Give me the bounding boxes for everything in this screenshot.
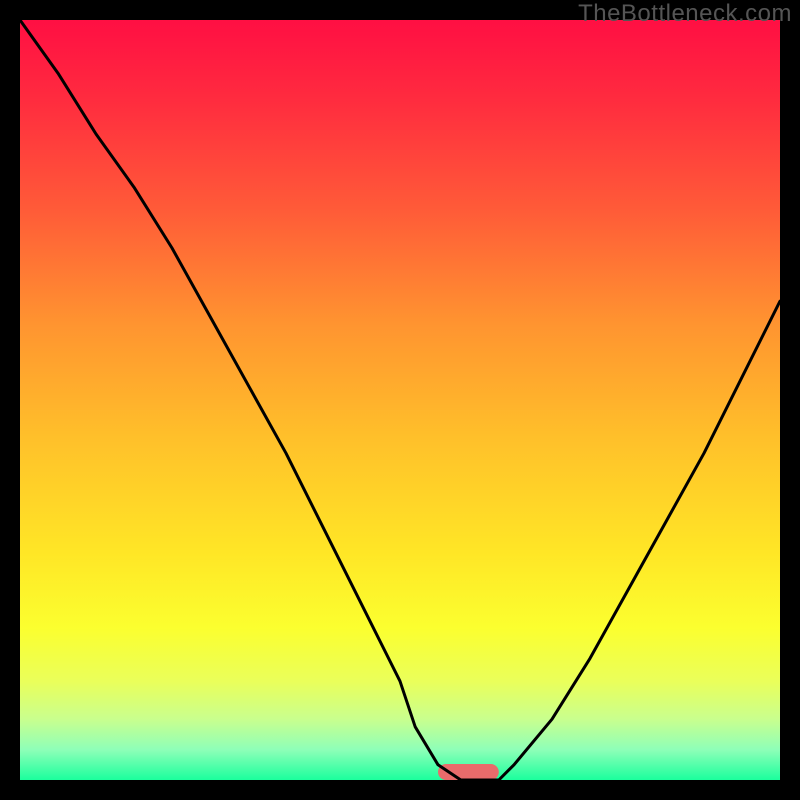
chart-svg bbox=[20, 20, 780, 780]
watermark-text: TheBottleneck.com bbox=[578, 0, 792, 28]
plot-area bbox=[20, 20, 780, 780]
gradient-background bbox=[20, 20, 780, 780]
chart-frame: TheBottleneck.com bbox=[0, 0, 800, 800]
